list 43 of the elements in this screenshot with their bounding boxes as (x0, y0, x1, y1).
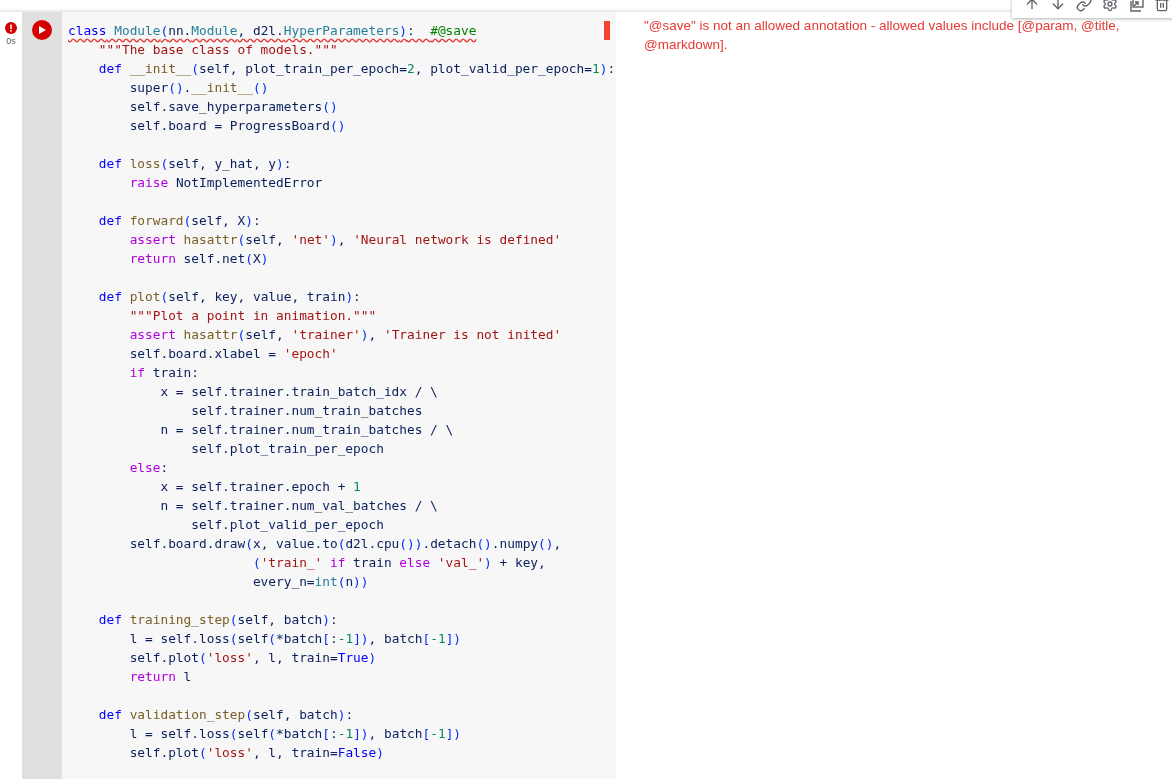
execution-time: 0s (6, 36, 16, 46)
code-line: assert hasattr(self, 'net'), 'Neural network is defined' (128, 231, 562, 249)
link-button[interactable] (1074, 0, 1094, 14)
code-line: self.plot_train_per_epoch (190, 440, 384, 458)
run-button[interactable] (32, 20, 52, 40)
code-line: self.board.draw(x, value.to(d2l.cpu()).detach().numpy(), (128, 535, 562, 553)
code-line: self.save_hyperparameters() (128, 98, 338, 116)
settings-button[interactable] (1100, 0, 1120, 14)
code-line: n = self.trainer.num_val_batches / \ (159, 497, 438, 515)
code-line: assert hasattr(self, 'trainer'), 'Trainer is not inited' (128, 326, 562, 344)
code-line: self.plot('loss', l, train=True) (128, 649, 377, 667)
code-line: self.plot('loss', l, train=False) (128, 744, 384, 762)
code-line: def training_step(self, batch): (97, 611, 338, 629)
error-message: "@save" is not an allowed annotation - allowed values include [@param, @title, @markdown]. (644, 17, 1121, 54)
code-line: self.plot_valid_per_epoch (190, 516, 384, 534)
code-line: def forward(self, X): (97, 212, 261, 230)
code-line: def validation_step(self, batch): (97, 706, 354, 724)
code-line: l = self.loss(self(*batch[:-1]), batch[-1]) (128, 630, 462, 648)
code-line: else: (128, 459, 169, 477)
play-icon (37, 25, 47, 35)
code-line: self.trainer.num_train_batches (190, 402, 423, 420)
code-line: class Module(nn.Module, d2l.HyperParameters): #@save (68, 22, 477, 40)
code-line: self.board = ProgressBoard() (128, 117, 346, 135)
code-line: """Plot a point in animation.""" (128, 307, 377, 325)
code-line: every_n=int(n)) (251, 573, 369, 591)
code-line: l = self.loss(self(*batch[:-1]), batch[-1]) (128, 725, 462, 743)
code-line: return l (128, 668, 192, 686)
code-line: n = self.trainer.num_train_batches / \ (159, 421, 454, 439)
code-line: def __init__(self, plot_train_per_epoch=2, plot_valid_per_epoch=1): (97, 60, 616, 78)
error-icon (5, 22, 17, 34)
error-marker (604, 21, 610, 40)
code-line: self.board.xlabel = 'epoch' (128, 345, 338, 363)
code-line: return self.net(X) (128, 250, 269, 268)
code-line: """The base class of models.""" (97, 41, 338, 59)
code-line: def plot(self, key, value, train): (97, 288, 361, 306)
code-line: if train: (128, 364, 199, 382)
code-line: x = self.trainer.epoch + 1 (159, 478, 361, 496)
code-line: raise NotImplementedError (128, 174, 323, 192)
code-line: def loss(self, y_hat, y): (97, 155, 292, 173)
code-line: ('train_' if train else 'val_') + key, (251, 554, 546, 572)
code-editor[interactable] (62, 12, 616, 779)
code-line: x = self.trainer.train_batch_idx / \ (159, 383, 438, 401)
code-line: super().__init__() (128, 79, 269, 97)
